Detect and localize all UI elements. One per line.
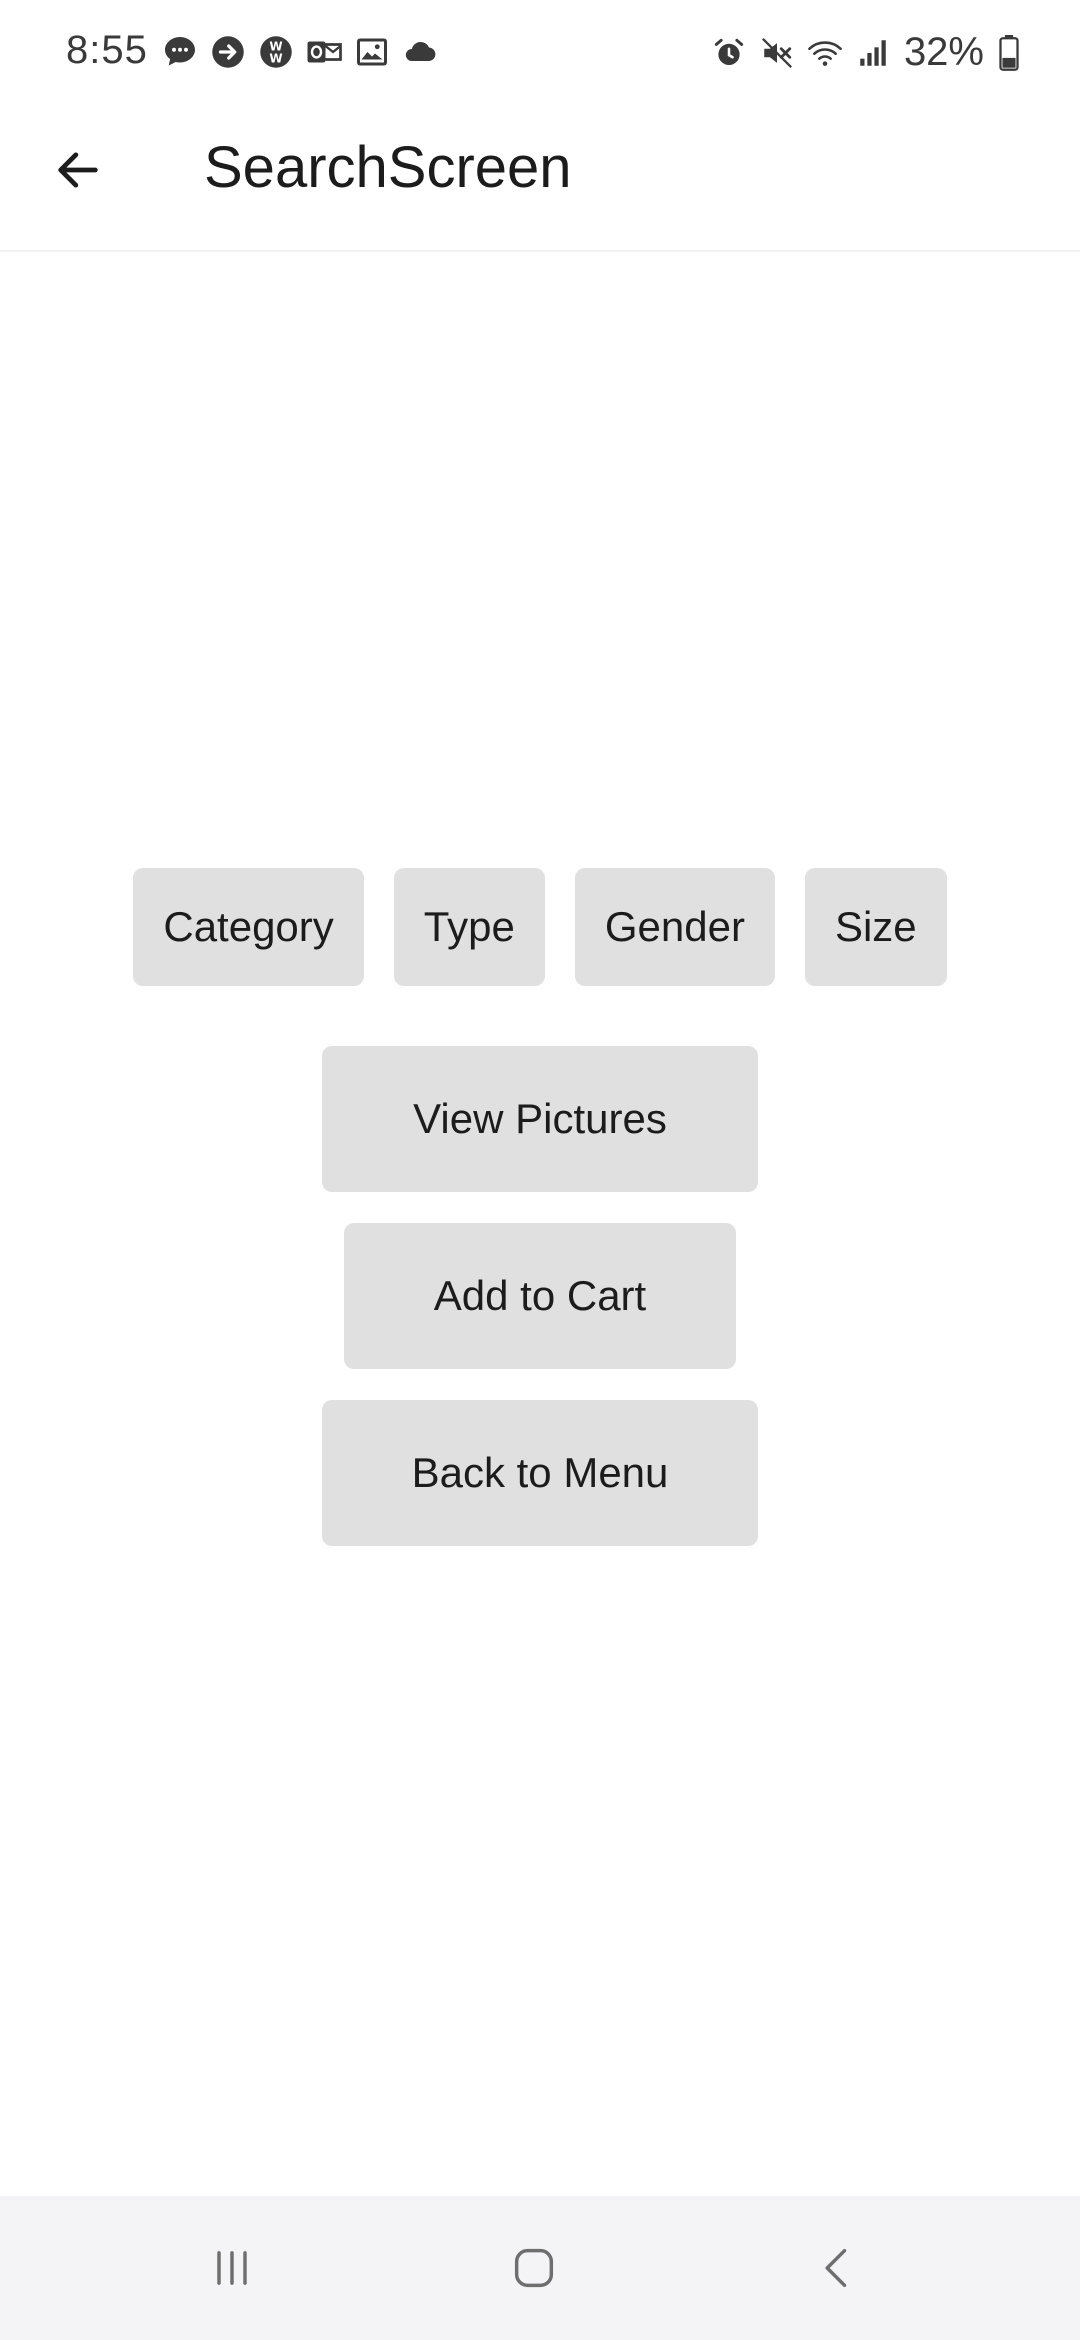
battery-percent: 32%: [903, 30, 984, 74]
view-pictures-button[interactable]: View Pictures: [322, 1046, 758, 1192]
home-icon[interactable]: [494, 2236, 574, 2300]
arrow-left-icon[interactable]: [46, 138, 110, 202]
notification-icons: WW: [162, 34, 438, 70]
system-icons: 32%: [712, 30, 1020, 75]
system-nav-bar: [0, 2196, 1080, 2340]
cloud-icon: [405, 41, 436, 62]
battery-icon: [999, 34, 1019, 71]
type-button[interactable]: Type: [393, 868, 545, 986]
page-title: SearchScreen: [204, 135, 572, 200]
recents-icon[interactable]: [192, 2236, 272, 2300]
wifi-icon: [808, 40, 842, 66]
back-to-menu-button[interactable]: Back to Menu: [322, 1400, 758, 1546]
size-button[interactable]: Size: [804, 868, 947, 986]
w-app-icon: WW: [260, 36, 292, 68]
status-bar: 8:55 WW 32%: [0, 0, 1080, 104]
category-button[interactable]: Category: [133, 868, 364, 986]
screen: 8:55 WW 32% SearchScreen Category Type G…: [0, 0, 1080, 2340]
signal-icon: [860, 39, 886, 66]
add-to-cart-button[interactable]: Add to Cart: [344, 1223, 736, 1369]
messages-icon: [165, 37, 195, 66]
app-bar: SearchScreen: [0, 104, 1080, 252]
outlook-icon: [307, 41, 342, 63]
gallery-icon: [357, 38, 387, 66]
mute-icon: [761, 37, 792, 68]
forward-icon: [212, 36, 244, 68]
back-icon[interactable]: [798, 2236, 878, 2300]
alarm-icon: [714, 38, 744, 65]
gender-button[interactable]: Gender: [574, 868, 775, 986]
filter-row: Category Type Gender Size: [0, 868, 1080, 986]
svg-text:W: W: [269, 52, 282, 66]
status-time: 8:55: [66, 28, 148, 72]
